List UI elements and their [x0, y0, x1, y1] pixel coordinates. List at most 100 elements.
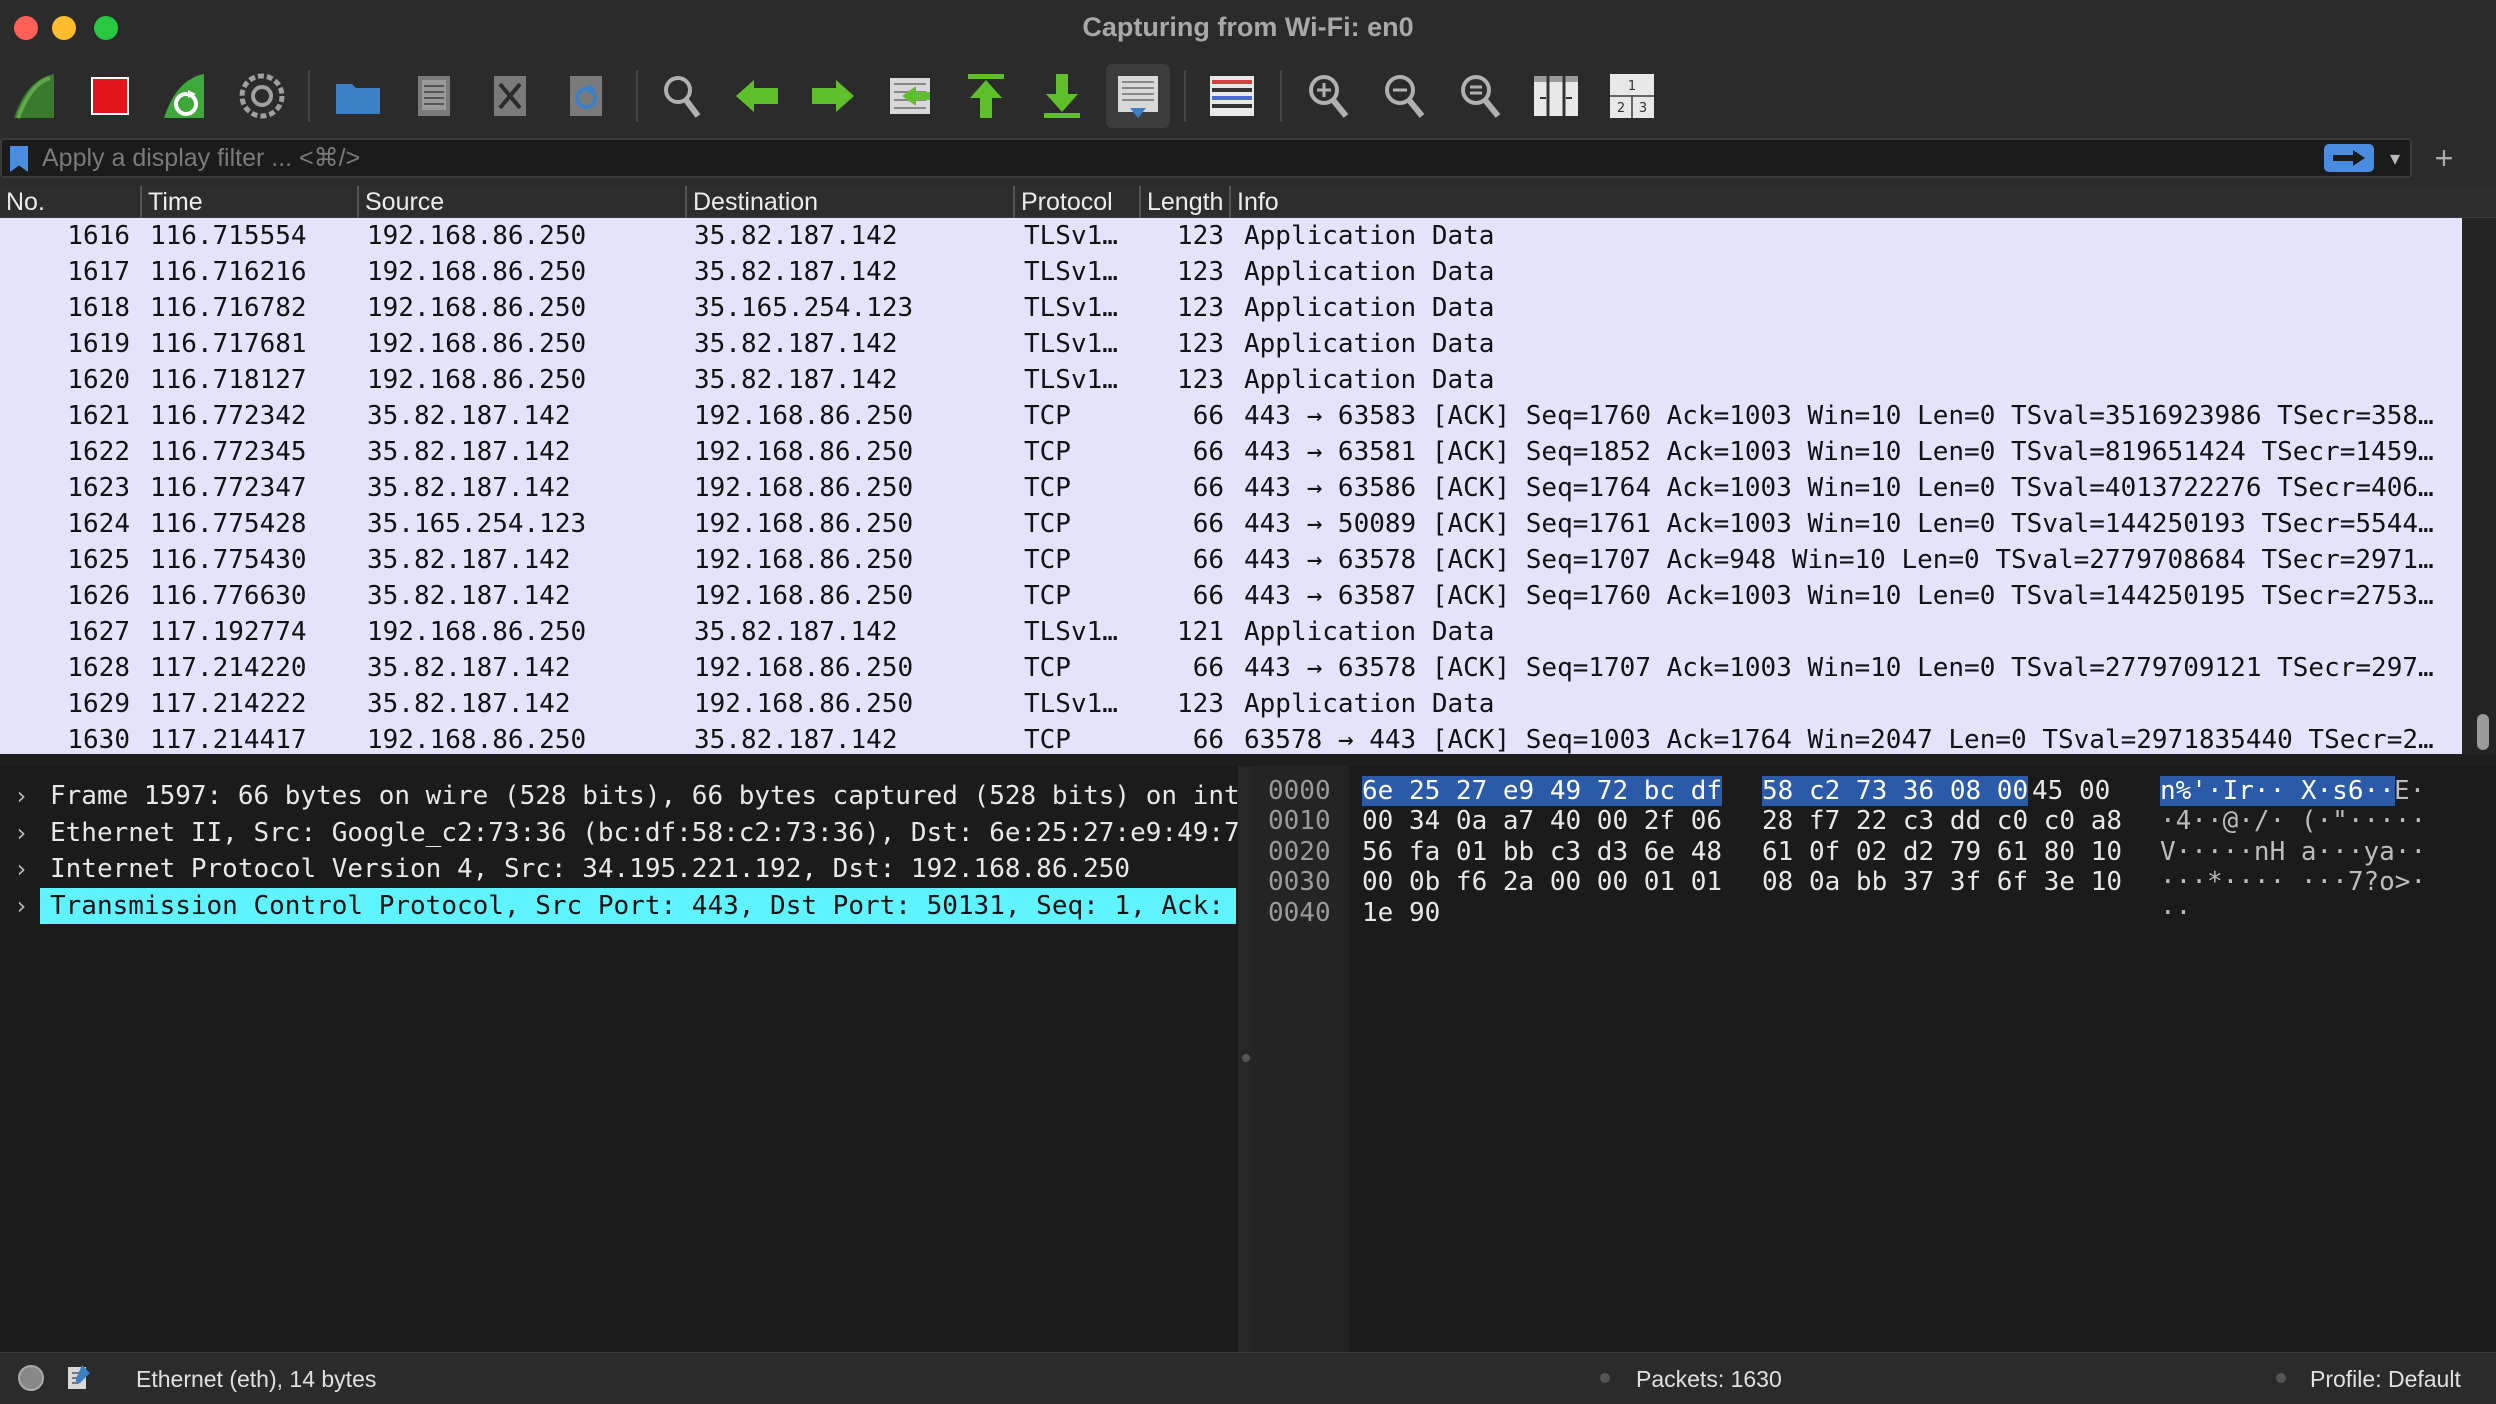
last-packet-button[interactable] [1030, 64, 1094, 128]
profile-selector[interactable]: Profile: Default [2310, 1365, 2461, 1393]
open-file-button[interactable] [326, 64, 390, 128]
layout-button[interactable]: 123 [1600, 64, 1664, 128]
hex-bytes: 6e 25 27 e9 49 72 bc df [1362, 776, 1723, 806]
expert-info-icon[interactable] [18, 1365, 44, 1391]
table-row[interactable]: 1630 117.214417 192.168.86.250 35.82.187.14… [0, 722, 2460, 754]
cell-len: 123 [1177, 365, 1224, 395]
cell-dst: 192.168.86.250 [694, 653, 914, 683]
cell-time: 117.192774 [150, 617, 307, 647]
cell-proto: TLSv1… [1024, 365, 1118, 395]
table-row[interactable]: 1616 116.715554 192.168.86.250 35.82.187.14… [0, 218, 2460, 254]
splitter-handle[interactable] [1242, 1054, 1250, 1062]
stop-capture-button[interactable] [78, 64, 142, 128]
protocol-tree-item[interactable]: › Ethernet II, Src: Google_c2:73:36 (bc:d… [0, 815, 1238, 851]
chevron-right-icon[interactable]: › [14, 888, 28, 924]
cell-dst: 192.168.86.250 [694, 473, 914, 503]
cell-time: 117.214220 [150, 653, 307, 683]
display-filter-input[interactable] [42, 142, 2282, 174]
filter-bookmark-icon[interactable] [10, 146, 28, 172]
cell-proto: TCP [1024, 653, 1071, 683]
packet-list-scrollbar[interactable] [2462, 218, 2496, 754]
filter-history-dropdown[interactable]: ▾ [2380, 144, 2410, 172]
capture-comment-icon[interactable] [66, 1363, 92, 1391]
column-header-time[interactable]: Time [140, 186, 357, 218]
zoom-out-button[interactable] [1372, 64, 1436, 128]
column-header-info[interactable]: Info [1229, 186, 2458, 218]
add-filter-button-icon[interactable]: + [2424, 138, 2464, 178]
table-row[interactable]: 1624 116.775428 35.165.254.123 192.168.86.2… [0, 506, 2460, 542]
cell-no: 1627 [67, 617, 130, 647]
cell-no: 1624 [67, 509, 130, 539]
hex-bytes: 00 0b f6 2a 00 00 01 01 [1362, 867, 1723, 898]
reload-file-button[interactable] [554, 64, 618, 128]
normal-size-button[interactable] [1448, 64, 1512, 128]
cell-dst: 192.168.86.250 [694, 401, 914, 431]
table-row[interactable]: 1629 117.214222 35.82.187.142 192.168.86.25… [0, 686, 2460, 722]
save-file-icon [418, 76, 450, 116]
column-header-length[interactable]: Length [1139, 186, 1229, 218]
window-title: Capturing from Wi-Fi: en0 [1082, 12, 1414, 42]
cell-info: Application Data [1244, 221, 1495, 251]
protocol-tree-item[interactable]: › Transmission Control Protocol, Src Port… [0, 887, 1238, 924]
packet-list: No. Time Source Destination Protocol Len… [0, 186, 2496, 754]
column-header-destination[interactable]: Destination [685, 186, 1013, 218]
table-row[interactable]: 1628 117.214220 35.82.187.142 192.168.86.25… [0, 650, 2460, 686]
cell-time: 116.772345 [150, 437, 307, 467]
cell-len: 66 [1192, 545, 1224, 575]
table-row[interactable]: 1620 116.718127 192.168.86.250 35.82.187.14… [0, 362, 2460, 398]
table-row[interactable]: 1626 116.776630 35.82.187.142 192.168.86.25… [0, 578, 2460, 614]
chevron-right-icon[interactable]: › [14, 778, 28, 814]
autoscroll-icon [1118, 76, 1158, 118]
cell-src: 35.165.254.123 [367, 509, 587, 539]
first-packet-button[interactable] [954, 64, 1018, 128]
table-row[interactable]: 1621 116.772342 35.82.187.142 192.168.86.25… [0, 398, 2460, 434]
table-row[interactable]: 1623 116.772347 35.82.187.142 192.168.86.25… [0, 470, 2460, 506]
table-row[interactable]: 1625 116.775430 35.82.187.142 192.168.86.25… [0, 542, 2460, 578]
save-file-button[interactable] [402, 64, 466, 128]
table-row[interactable]: 1622 116.772345 35.82.187.142 192.168.86.25… [0, 434, 2460, 470]
cell-proto: TCP [1024, 437, 1071, 467]
apply-filter-button[interactable] [2324, 144, 2374, 172]
go-forward-button[interactable] [800, 64, 864, 128]
column-header-no[interactable]: No. [0, 186, 140, 218]
last-packet-icon [1044, 74, 1080, 118]
colorize-button[interactable] [1200, 64, 1264, 128]
cell-no: 1630 [67, 725, 130, 754]
protocol-tree-item[interactable]: › Frame 1597: 66 bytes on wire (528 bits)… [0, 778, 1238, 814]
capture-options-button[interactable] [230, 64, 294, 128]
cell-proto: TCP [1024, 581, 1071, 611]
chevron-right-icon[interactable]: › [14, 815, 28, 851]
find-packet-button[interactable] [650, 64, 714, 128]
close-file-button[interactable] [478, 64, 542, 128]
table-row[interactable]: 1619 116.717681 192.168.86.250 35.82.187.14… [0, 326, 2460, 362]
protocol-tree-label: Ethernet II, Src: Google_c2:73:36 (bc:df… [50, 817, 1238, 848]
hex-bytes: 56 fa 01 bb c3 d3 6e 48 [1362, 836, 1723, 867]
column-header-protocol[interactable]: Protocol [1013, 186, 1139, 218]
start-capture-button[interactable] [4, 64, 68, 128]
packet-list-scroll-thumb[interactable] [2477, 714, 2489, 750]
cell-dst: 35.82.187.142 [694, 725, 898, 754]
protocol-tree-item[interactable]: › Internet Protocol Version 4, Src: 34.19… [0, 851, 1238, 887]
display-filter-bar: ▾ + [0, 136, 2496, 186]
chevron-right-icon[interactable]: › [14, 851, 28, 887]
cell-info: 443 → 63578 [ACK] Seq=1707 Ack=1003 Win=… [1244, 653, 2448, 683]
go-back-button[interactable] [726, 64, 790, 128]
packet-count: Packets: 1630 [1636, 1366, 1782, 1392]
resize-columns-button[interactable] [1524, 64, 1588, 128]
arrow-right-icon [2333, 150, 2365, 166]
go-to-packet-button[interactable] [878, 64, 942, 128]
restart-capture-icon [164, 74, 204, 118]
table-row[interactable]: 1617 116.716216 192.168.86.250 35.82.187.14… [0, 254, 2460, 290]
status-separator-dot [1600, 1373, 1610, 1383]
autoscroll-button[interactable] [1106, 64, 1170, 128]
table-row[interactable]: 1627 117.192774 192.168.86.250 35.82.187.14… [0, 614, 2460, 650]
cell-time: 116.716782 [150, 293, 307, 323]
restart-capture-button[interactable] [154, 64, 218, 128]
svg-text:1: 1 [1628, 79, 1636, 94]
cell-no: 1625 [67, 545, 130, 575]
table-row[interactable]: 1618 116.716782 192.168.86.250 35.165.254.1… [0, 290, 2460, 326]
column-header-source[interactable]: Source [357, 186, 685, 218]
zoom-in-button[interactable] [1296, 64, 1360, 128]
cell-time: 116.772347 [150, 473, 307, 503]
chevron-down-icon: ▾ [2389, 147, 2401, 170]
